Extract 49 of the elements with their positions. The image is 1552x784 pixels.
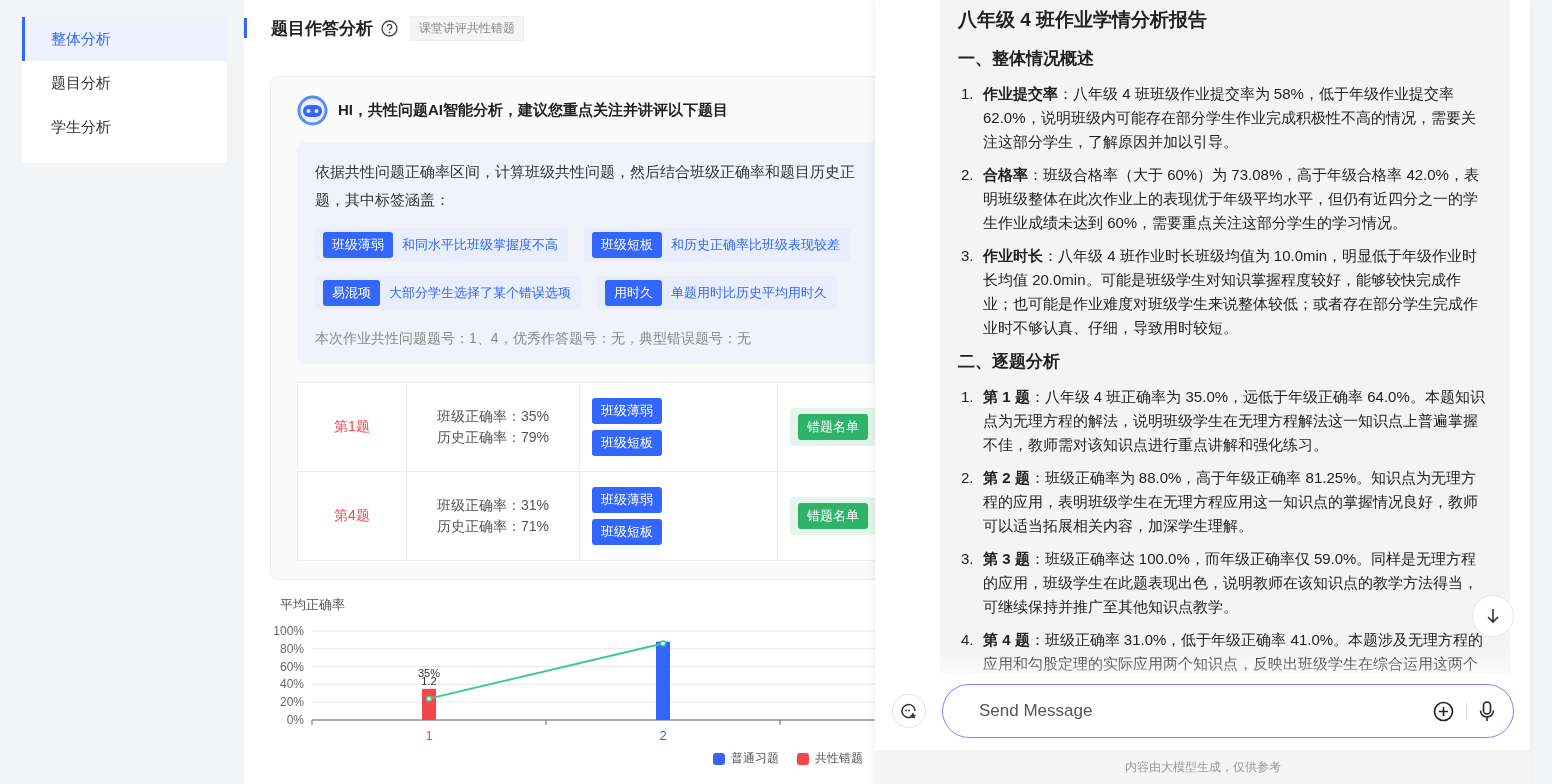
tag-label: 班级薄弱 <box>592 487 662 513</box>
axis-label: 20% <box>279 695 304 710</box>
question-cell: 第4题 <box>297 471 407 561</box>
list-number: 2. <box>960 165 975 185</box>
tag-description: 大部分学生选择了某个错误选项 <box>389 284 571 302</box>
report-title: 八年级 4 班作业学情分析报告 <box>958 8 1209 32</box>
description-text: 依据共性问题正确率区间，计算班级共性问题，然后结合班级正确率和题目历史正 <box>315 163 856 182</box>
tag-label: 班级短板 <box>592 519 662 545</box>
summary-text: 本次作业共性问题题号：1、4，优秀作答题号：无，典型错误题号：无 <box>315 330 752 348</box>
report-paragraph: 第 4 题：班级正确率 31.0%，低于年级正确率 41.0%。本题涉及无理方程的应用和勾股定理的实际应用两个知识点，反映出班级学生在综合运用这两个 <box>983 630 1485 673</box>
tag-label: 班级薄弱 <box>592 398 662 424</box>
disclaimer-text: 内容由大模型生成，仅供参考 <box>875 750 1530 784</box>
section-tag: 课堂讲评共性错题 <box>410 15 524 41</box>
axis-label: 100% <box>273 624 304 638</box>
list-number: 4. <box>960 630 975 650</box>
tag-label: 用时久 <box>605 280 662 306</box>
axis-label: 80% <box>279 641 304 656</box>
tag-label: 班级短板 <box>592 232 662 258</box>
axis-label: 1 <box>425 728 433 742</box>
list-number: 1. <box>960 387 975 407</box>
tag-description: 和同水平比班级掌握度不高 <box>402 236 558 254</box>
tag-label: 班级薄弱 <box>323 232 393 258</box>
tag-description: 和历史正确率比班级表现较差 <box>671 236 840 254</box>
greeting-text: HI，共性问题AI智能分析，建议您重点关注并讲评以下题目 <box>338 101 728 120</box>
list-number: 3. <box>960 246 975 266</box>
axis-label: 2 <box>659 728 667 742</box>
report-paragraph: 合格率：班级合格率（大于 60%）为 73.08%，高于年级合格率 42.0%，表明班级整体在此次作业上的表现优于年级平均水平，但仍有近四分之一的学生作业成绩未达到 60%，需要重点关注这部分学生的学习情况。 <box>983 165 1480 233</box>
rate-cell: 班级正确率：31% 历史正确率：71% <box>406 471 580 561</box>
report-paragraph: 第 2 题：班级正确率为 88.0%，高于年级正确率 81.25%。知识点为无理方程的应用，表明班级学生在无理方程应用这一知识点的掌握情况良好，教师可以适当拓展相关内容，加深学生理解。 <box>983 468 1479 536</box>
axis-label: 0% <box>286 713 304 727</box>
rate-cell: 班级正确率：35% 历史正确率：79% <box>406 382 580 472</box>
report-paragraph: 作业提交率：八年级 4 班班级作业提交率为 58%，低于年级作业提交率 62.0%，说明班级内可能存在部分学生作业完成积极性不高的情况，需要关注这部分学生，了解原因并加以引导。 <box>983 84 1477 152</box>
report-paragraph: 作业时长：八年级 4 班作业时长班级均值为 10.0min，明显低于年级作业时长均值 20.0min。可能是班级学生对知识掌握程度较好，能够较快完成作业；也可能是作业难度对班级学生来说整体较低；或者存在部分学生完成作业时不够认真、仔细，导致用时较短。 <box>983 246 1479 338</box>
axis-label: 60% <box>279 659 304 674</box>
question-cell: 第1题 <box>297 382 407 472</box>
list-number: 2. <box>960 468 975 488</box>
section-title: 题目作答分析 <box>271 17 373 40</box>
tag-label: 易混项 <box>323 280 380 306</box>
tag-label: 班级短板 <box>592 430 662 456</box>
list-number: 3. <box>960 549 975 569</box>
section-heading: 一、整体情况概述 <box>958 48 1095 70</box>
axis-label: 40% <box>279 677 304 692</box>
report-paragraph: 第 1 题：八年级 4 班正确率为 35.0%，远低于年级正确率 64.0%。本题知识点为无理方程的解法，说明班级学生在无理方程解法这一知识点上普遍掌握不佳，教师需对该知识点进行重点讲解和强化练习。 <box>983 387 1486 455</box>
list-number: 1. <box>960 84 975 104</box>
section-heading: 二、逐题分析 <box>958 351 1061 373</box>
axis-title: 平均正确率 <box>280 596 346 614</box>
description-text: 题，其中标签涵盖： <box>315 191 451 210</box>
tag-description: 单题用时比历史平均用时久 <box>671 284 827 302</box>
report-paragraph: 第 3 题：班级正确率达 100.0%，而年级正确率仅 59.0%。同样是无理方程的应用，班级学生在此题表现出色，说明教师在该知识点的教学方法得当，可继续保持并推广至其他知识点教学。 <box>983 549 1479 617</box>
